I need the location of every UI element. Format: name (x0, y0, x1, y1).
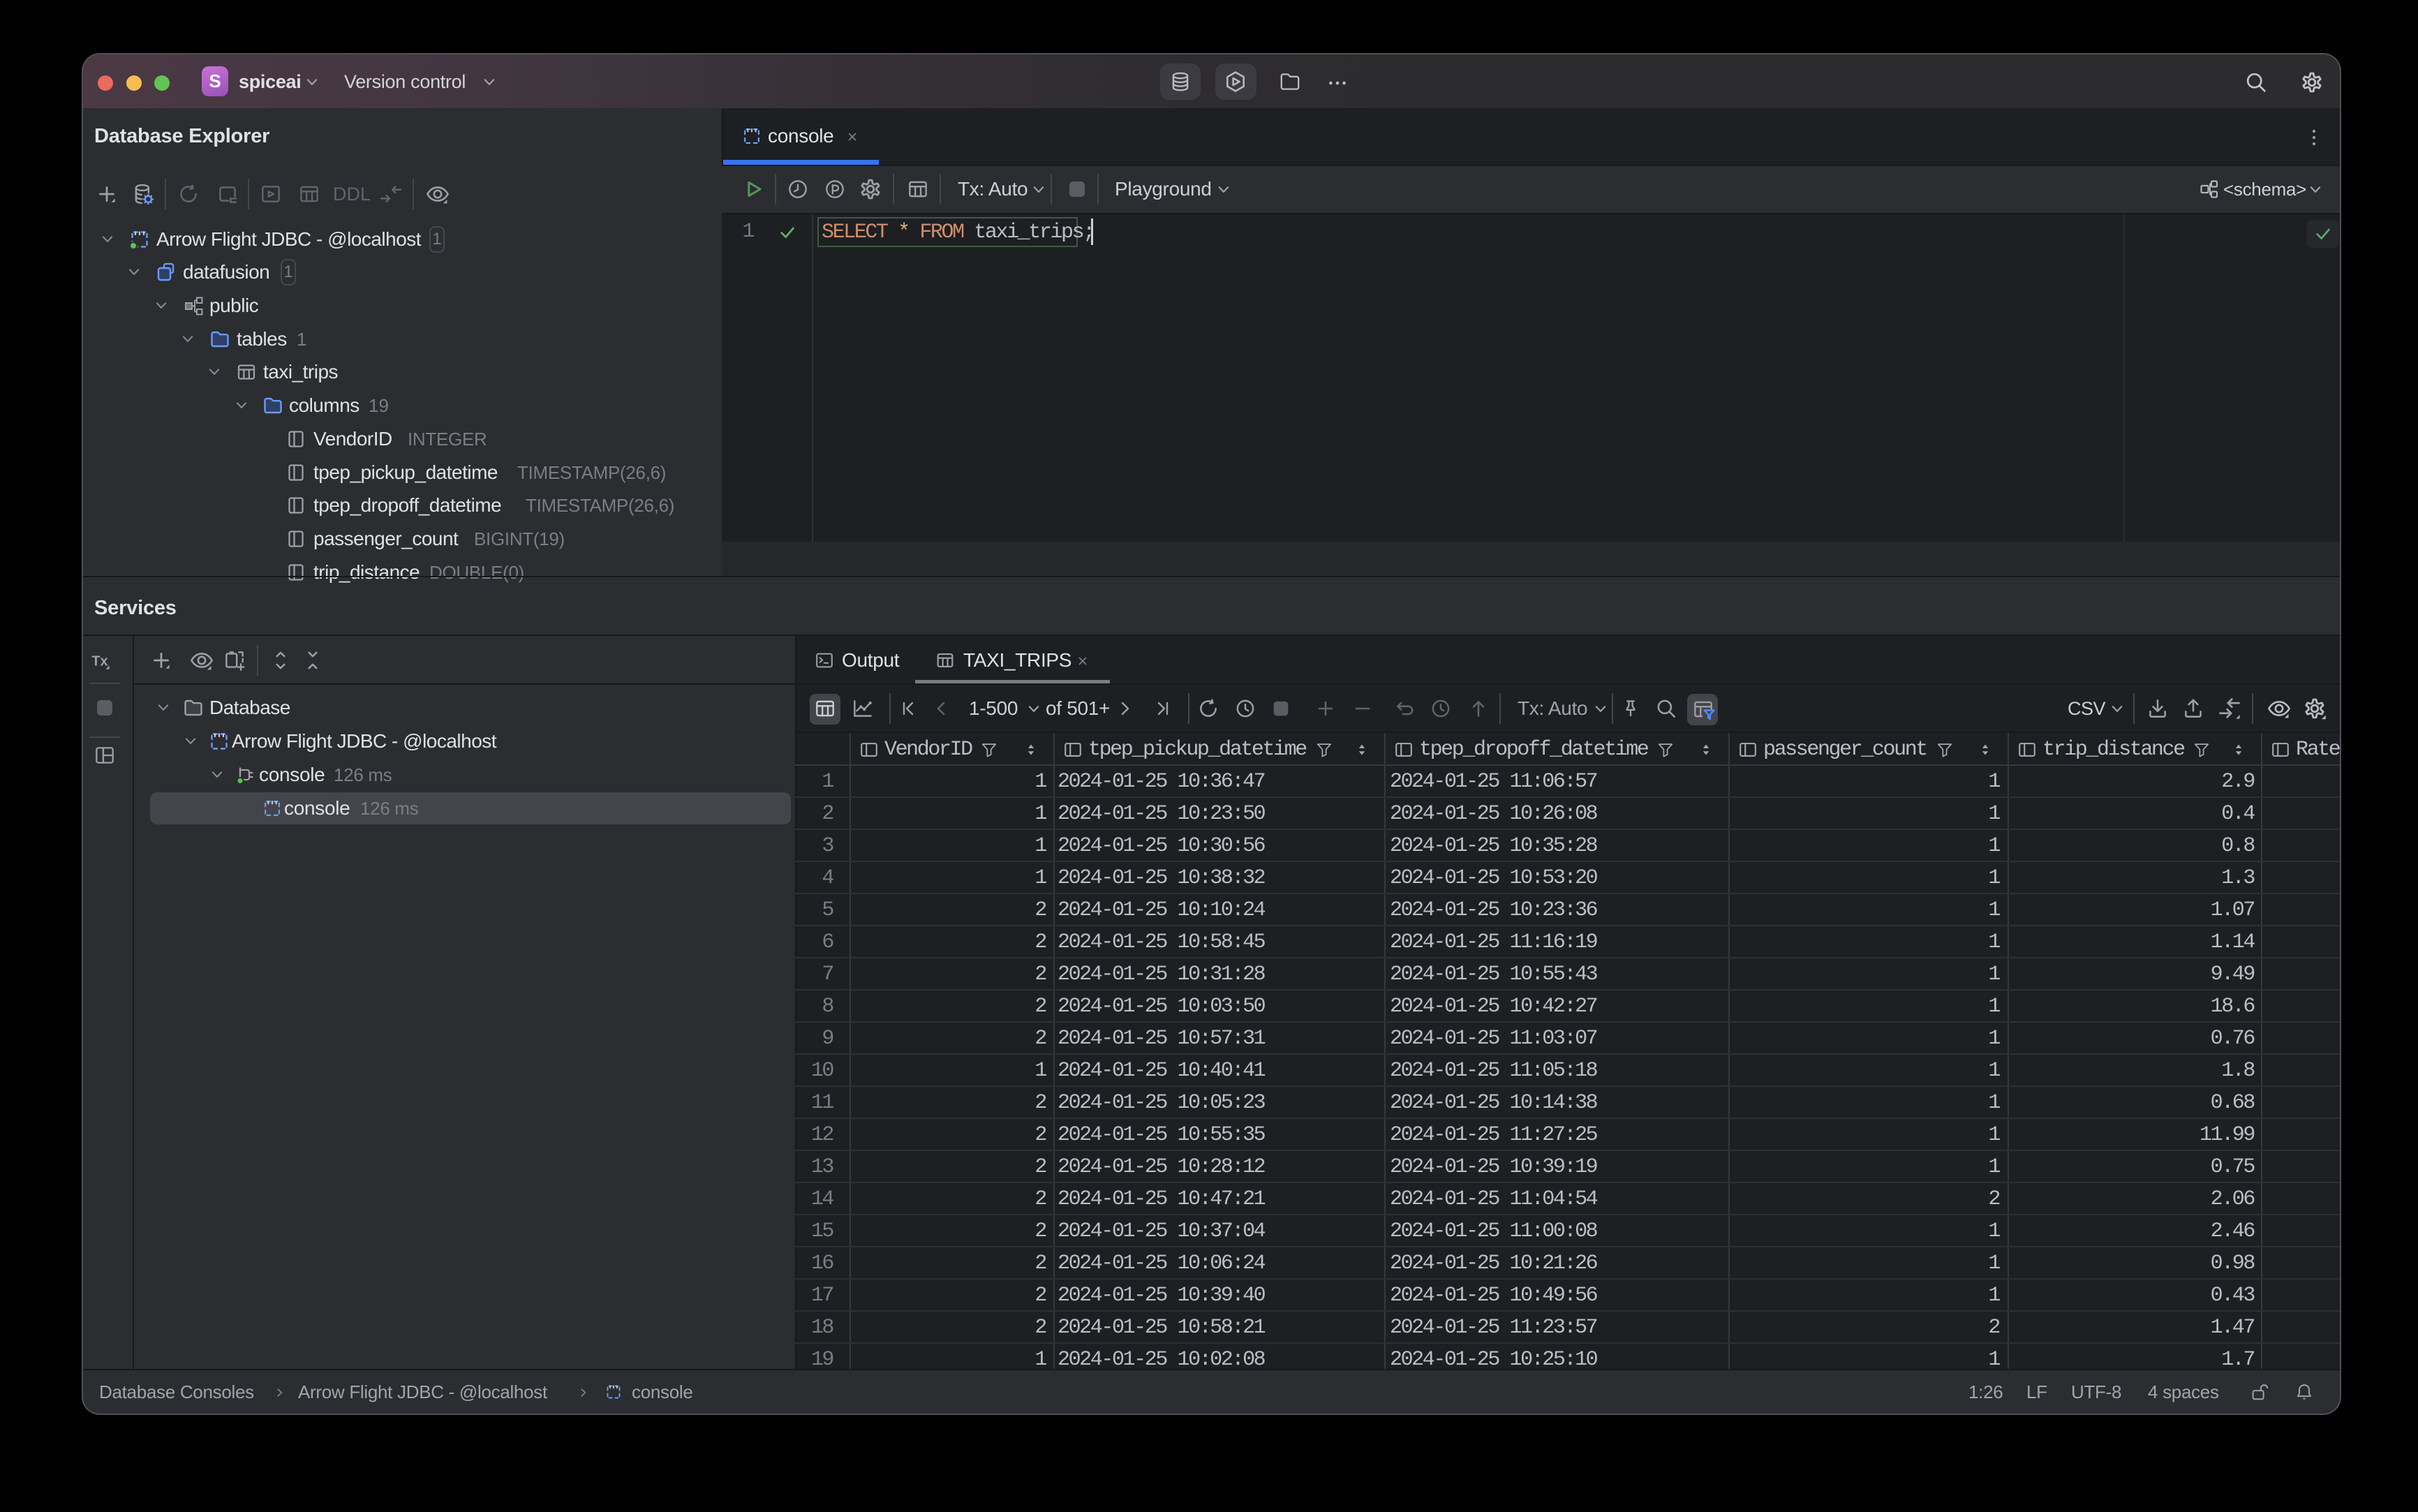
svg-text:Tx: Tx (91, 653, 108, 669)
